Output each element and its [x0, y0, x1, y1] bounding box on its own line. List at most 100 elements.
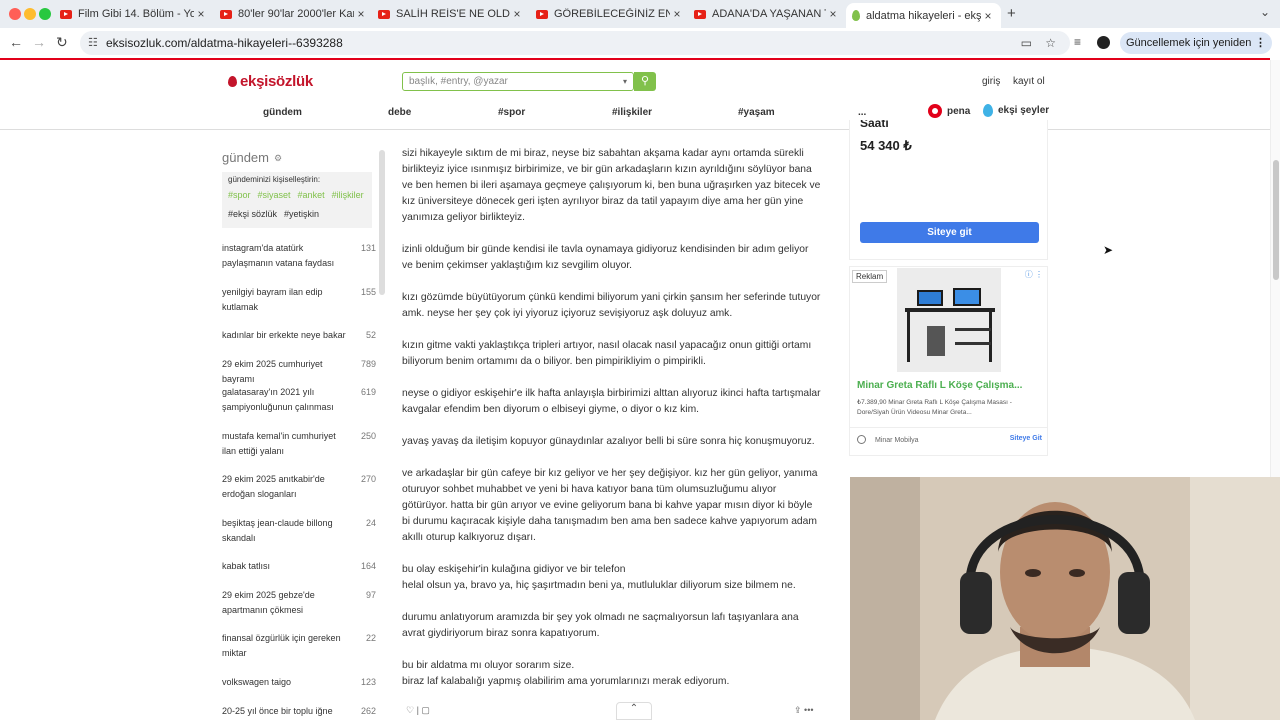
topic-title: instagram'da atatürk paylaşmanın vatana … — [222, 243, 335, 268]
topic-count: 270 — [360, 474, 376, 484]
register-link[interactable]: kayıt ol — [1013, 76, 1045, 87]
topic-item[interactable]: 20-25 yıl önce bir toplu iğne 262 — [222, 704, 376, 719]
url-text: eksisozluk.com/aldatma-hikayeleri--63932… — [106, 36, 343, 50]
browser-tab[interactable]: 80'ler 90'lar 2000'ler Karışık × — [214, 3, 374, 25]
topic-item[interactable]: yenilgiyi bayram ilan edip kutlamak 155 — [222, 285, 376, 315]
youtube-icon — [378, 9, 390, 19]
address-row: ← → ↻ ☷ eksisozluk.com/aldatma-hikayeler… — [0, 28, 1280, 71]
topic-count: 97 — [365, 590, 376, 600]
browser-tab[interactable]: GÖREBİLECEĞİNİZ EN ŞEYTA × — [530, 3, 690, 25]
nav-gundem[interactable]: gündem — [263, 107, 302, 118]
site-settings-icon[interactable]: ☷ — [88, 31, 98, 55]
topic-title: 29 ekim 2025 anıtkabir'de erdoğan slogan… — [222, 474, 325, 499]
maximize-window-button[interactable] — [39, 8, 51, 20]
topic-count: 164 — [360, 561, 376, 571]
topic-item[interactable]: kadınlar bir erkekte neye bakar 52 — [222, 328, 376, 343]
bookmark-star-icon[interactable]: ☆ — [1045, 31, 1056, 55]
desk-illustration — [897, 268, 1001, 372]
address-bar[interactable]: ☷ eksisozluk.com/aldatma-hikayeleri--639… — [80, 31, 1070, 55]
nav-yasam[interactable]: #yaşam — [738, 107, 775, 118]
tag-link[interactable]: #siyaset — [258, 190, 291, 200]
tag-link[interactable]: #ilişkiler — [332, 190, 364, 200]
topic-count: 155 — [360, 287, 376, 297]
topic-item[interactable]: 29 ekim 2025 cumhuriyet bayramı 789 — [222, 357, 376, 387]
topic-item[interactable]: mustafa kemal'in cumhuriyet ilan ettiği … — [222, 429, 376, 459]
ad-heading: Saati — [860, 120, 889, 130]
gear-icon[interactable]: ⚙ — [274, 153, 282, 164]
topic-count: 250 — [360, 431, 376, 441]
eksi-logo[interactable]: ekşisözlük — [228, 73, 313, 90]
topic-item[interactable]: volkswagen taigo 123 — [222, 675, 376, 690]
favorite-icon[interactable]: ♡ | ▢ — [406, 705, 430, 716]
ad-divider — [850, 427, 1047, 428]
siteye-git-button[interactable]: Siteye git — [860, 222, 1039, 243]
youtube-icon — [694, 9, 706, 19]
install-icon[interactable]: ▭ — [1021, 31, 1032, 55]
tab-search-icon[interactable]: ⌄ — [1260, 5, 1270, 19]
scrollbar-thumb[interactable] — [1273, 160, 1279, 280]
close-tab-icon[interactable]: × — [354, 7, 368, 21]
search-input[interactable]: başlık, #entry, @yazar ▾ — [402, 72, 634, 91]
tag-link[interactable]: #spor — [228, 190, 251, 200]
entry-paragraph: durumu anlatıyorum aramızda bir şey yok … — [402, 612, 799, 639]
minimize-window-button[interactable] — [24, 8, 36, 20]
reload-button[interactable]: ↻ — [56, 34, 68, 51]
back-button[interactable]: ← — [9, 34, 23, 50]
login-link[interactable]: giriş — [982, 76, 1000, 87]
topic-item[interactable]: galatasaray'ın 2021 yılı şampiyonluğunun… — [222, 385, 376, 415]
sidebar-title[interactable]: gündem — [222, 150, 269, 165]
nav-spor[interactable]: #spor — [498, 107, 525, 118]
topic-title: beşiktaş jean-claude billong skandalı — [222, 518, 333, 543]
profile-avatar[interactable] — [1097, 36, 1110, 49]
pena-label: pena — [947, 105, 971, 117]
pena-link[interactable]: pena — [928, 104, 970, 118]
product-image[interactable] — [897, 268, 1001, 372]
topic-item[interactable]: 29 ekim 2025 anıtkabir'de erdoğan slogan… — [222, 472, 376, 502]
browser-tab[interactable]: ADANA'DA YAŞANAN TUHAF × — [688, 3, 846, 25]
close-tab-icon[interactable]: × — [510, 7, 524, 21]
entry-paragraph: kızın gitme vakti yaklaştıkça tripleri a… — [402, 340, 812, 367]
topic-item[interactable]: finansal özgürlük için gereken miktar 22 — [222, 631, 376, 661]
nav-iliskiler[interactable]: #ilişkiler — [612, 107, 652, 118]
search-dropdown-icon[interactable]: ▾ — [623, 73, 627, 90]
page-scrollbar[interactable] — [1270, 60, 1280, 477]
topic-item[interactable]: kabak tatlısı 164 — [222, 559, 376, 574]
sidebar-scrollbar[interactable] — [379, 150, 385, 295]
share-icon[interactable]: ⇪ ••• — [794, 705, 814, 716]
tag-link[interactable]: #yetişkin — [284, 209, 319, 219]
tag-link[interactable]: #anket — [298, 190, 325, 200]
more-menu-icon[interactable]: ⋮ — [1255, 32, 1266, 54]
siteye-git-link[interactable]: Siteye Git — [1010, 435, 1042, 442]
topic-item[interactable]: 29 ekim 2025 gebze'de apartmanın çökmesi… — [222, 588, 376, 618]
ad-card-product[interactable]: Reklam ⓘ ⋮ Minar Greta Raflı L Köşe Çalı… — [849, 266, 1048, 456]
browser-tab[interactable]: Film Gibi 14. Bölüm - YouTube × — [54, 3, 214, 25]
topic-count: 22 — [365, 633, 376, 643]
topic-title: finansal özgürlük için gereken miktar — [222, 633, 341, 658]
new-tab-button[interactable]: + — [1007, 5, 1016, 22]
update-restart-button[interactable]: Güncellemek için yeniden başlat ⋮ — [1120, 32, 1272, 71]
ad-card-top: Saati 54 340 ₺ Siteye git — [849, 120, 1048, 260]
tag-link[interactable]: #ekşi sözlük — [228, 209, 277, 219]
drop-icon — [228, 76, 237, 87]
forward-button[interactable]: → — [32, 34, 46, 50]
ad-title[interactable]: Minar Greta Raflı L Köşe Çalışma... — [857, 380, 1022, 391]
browser-tab-active[interactable]: aldatma hikayeleri - ekşi sözl × — [846, 3, 1001, 28]
topic-item[interactable]: beşiktaş jean-claude billong skandalı 24 — [222, 516, 376, 546]
media-controls-icon[interactable]: ≡ — [1074, 35, 1081, 49]
ad-info-icon[interactable]: ⓘ ⋮ — [1025, 269, 1043, 280]
close-tab-icon[interactable]: × — [670, 7, 684, 21]
browser-tab[interactable]: SALİH REİS'E NE OLDU? - Yo × — [372, 3, 530, 25]
search-placeholder: başlık, #entry, @yazar — [409, 76, 508, 87]
eksi-seyler-link[interactable]: ekşi şeyler — [983, 104, 1049, 117]
search-button[interactable]: ⚲ — [634, 72, 656, 91]
ad-advertiser: Minar Mobilya — [875, 437, 919, 444]
topic-item[interactable]: instagram'da atatürk paylaşmanın vatana … — [222, 241, 376, 271]
scroll-up-button[interactable]: ⌃ — [616, 702, 652, 720]
browser-chrome: Film Gibi 14. Bölüm - YouTube × 80'ler 9… — [0, 0, 1280, 71]
close-tab-icon[interactable]: × — [826, 7, 840, 21]
nav-more[interactable]: ... — [858, 107, 866, 118]
close-tab-icon[interactable]: × — [194, 7, 208, 21]
close-window-button[interactable] — [9, 8, 21, 20]
close-tab-icon[interactable]: × — [981, 9, 995, 23]
nav-debe[interactable]: debe — [388, 107, 411, 118]
